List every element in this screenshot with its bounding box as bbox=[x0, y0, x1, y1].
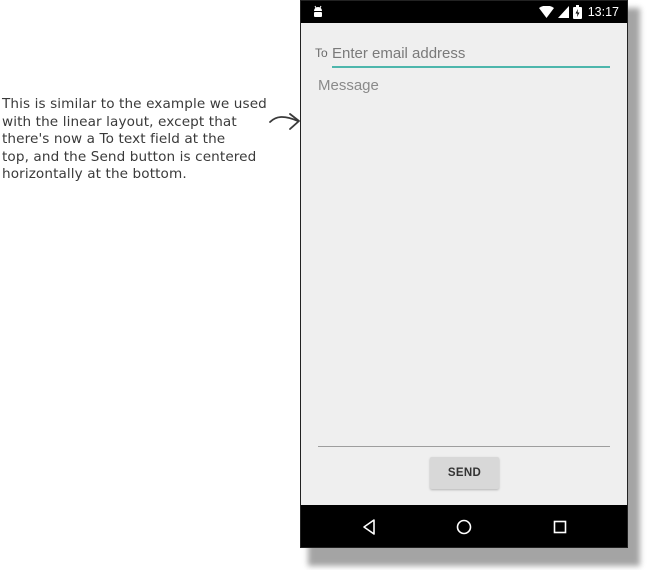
cell-signal-icon bbox=[557, 6, 569, 18]
android-debug-icon bbox=[314, 5, 322, 17]
back-icon[interactable] bbox=[357, 515, 381, 539]
navigation-bar bbox=[301, 505, 627, 547]
annotation-text: This is similar to the example we used w… bbox=[2, 96, 270, 184]
wifi-icon bbox=[538, 6, 554, 18]
phone-screen: 13:17 To SEND bbox=[300, 0, 628, 548]
recents-icon[interactable] bbox=[548, 515, 572, 539]
annotation-line: horizontally at the bottom. bbox=[2, 166, 187, 183]
status-icons: 13:17 bbox=[538, 4, 619, 20]
annotation-arrow-icon bbox=[269, 113, 300, 130]
app-content: To SEND bbox=[301, 23, 627, 505]
battery-charging-icon bbox=[572, 5, 582, 19]
annotation-line: with the linear layout, except that bbox=[2, 113, 237, 130]
annotation-line: top, and the Send button is centered bbox=[2, 148, 257, 165]
message-field[interactable] bbox=[318, 77, 610, 447]
email-field[interactable] bbox=[332, 40, 610, 68]
send-button[interactable]: SEND bbox=[430, 457, 499, 489]
annotation-line: This is similar to the example we used bbox=[2, 96, 267, 112]
home-icon[interactable] bbox=[452, 515, 476, 539]
annotation-line: there's now a To text field at the bbox=[2, 131, 226, 148]
status-bar: 13:17 bbox=[301, 1, 627, 23]
status-time: 13:17 bbox=[587, 5, 619, 19]
to-label: To bbox=[315, 46, 328, 60]
